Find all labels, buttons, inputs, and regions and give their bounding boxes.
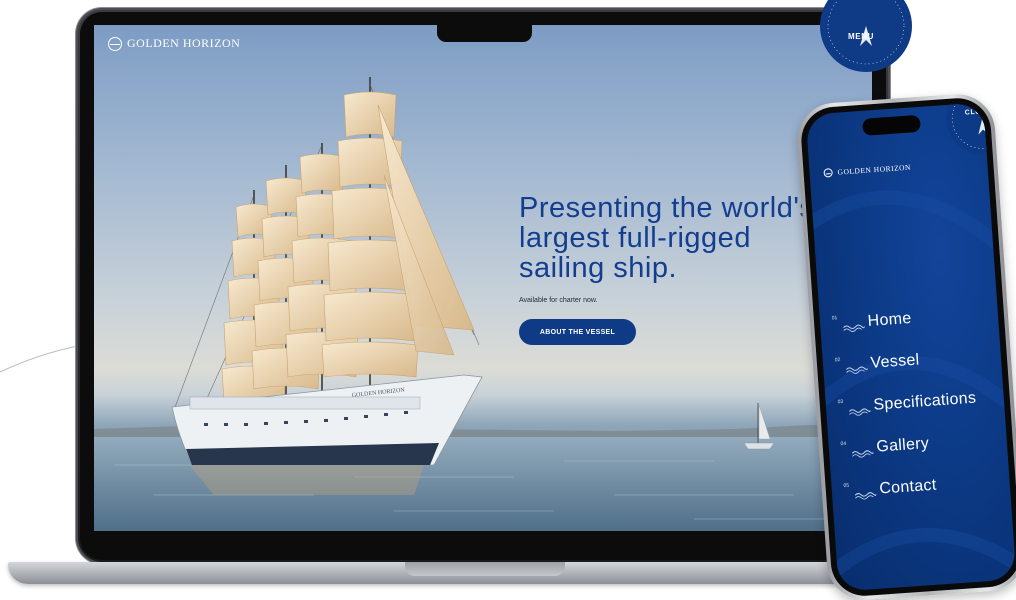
mockup-stage: GOLDEN HORIZON GOLDEN HORIZON MENU Prese…: [0, 0, 1016, 600]
wave-icon: [851, 450, 874, 458]
desktop-brand-name: GOLDEN HORIZON: [127, 36, 241, 50]
nav-number: 05: [843, 482, 850, 490]
nav-number: 01: [831, 315, 838, 322]
logo-mark-icon: [108, 36, 122, 51]
nav-label: Vessel: [870, 351, 921, 372]
nav-number: 02: [834, 356, 841, 364]
hero-title: Presenting the world's largest full-rigg…: [519, 192, 815, 284]
logo-mark-icon: [823, 168, 833, 178]
nav-label: Home: [867, 309, 913, 330]
laptop-opening-groove: [405, 562, 565, 576]
nav-number: 04: [840, 440, 847, 448]
wave-icon: [845, 366, 868, 374]
wave-icon: [848, 408, 871, 416]
mobile-menu-screen: CLOSE GOLDEN HORIZON 01 Home 02 Vessel 0…: [805, 102, 1016, 592]
hero-subtitle: Available for charter now.: [519, 297, 598, 304]
about-vessel-button[interactable]: ABOUT THE VESSEL: [519, 319, 636, 345]
wave-icon: [842, 324, 865, 332]
menu-button[interactable]: MENU: [848, 32, 874, 41]
nav-number: 03: [837, 398, 844, 406]
laptop-camera-notch: [437, 23, 532, 42]
desktop-logo[interactable]: GOLDEN HORIZON: [108, 36, 240, 51]
phone-mockup: CLOSE GOLDEN HORIZON 01 Home 02 Vessel 0…: [794, 91, 1016, 600]
nav-label: Gallery: [875, 434, 930, 456]
wave-icon: [854, 492, 877, 500]
